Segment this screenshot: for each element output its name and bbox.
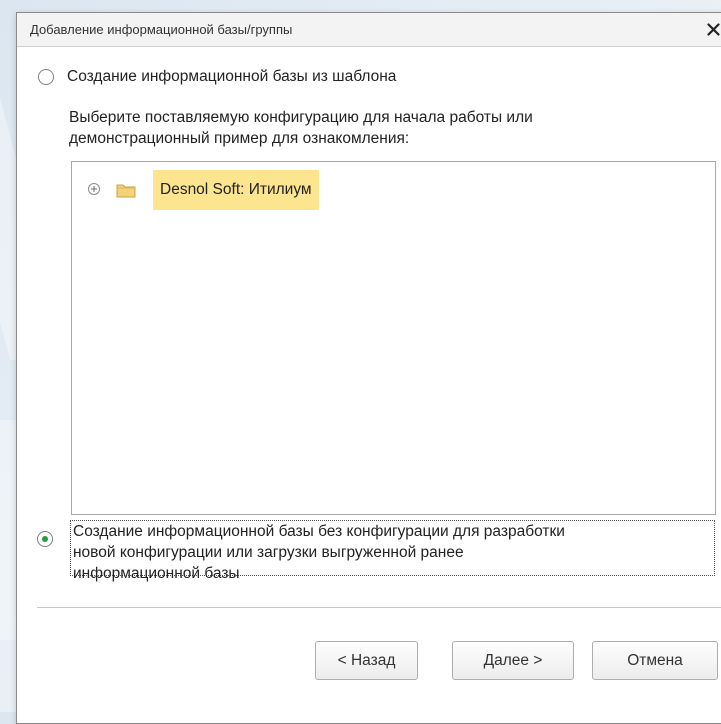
- add-infobase-dialog: Добавление информационной базы/группы Со…: [16, 12, 721, 724]
- folder-icon: [116, 183, 136, 198]
- radio-create-from-template[interactable]: [38, 69, 54, 85]
- radio-create-from-template-label[interactable]: Создание информационной базы из шаблона: [67, 68, 396, 86]
- template-description-line: Выберите поставляемую конфигурацию для н…: [69, 109, 533, 126]
- radio-create-empty-label-line: информационной базы: [73, 565, 240, 582]
- tree-item[interactable]: Desnol Soft: Итилиум: [72, 170, 372, 210]
- radio-create-empty[interactable]: [37, 531, 53, 547]
- radio-create-empty-label-box[interactable]: Создание информационной базы без конфигу…: [70, 520, 715, 582]
- radio-create-empty-label[interactable]: Создание информационной базы без конфигу…: [73, 521, 565, 584]
- template-description: Выберите поставляемую конфигурацию для н…: [69, 107, 533, 149]
- tree-item-label[interactable]: Desnol Soft: Итилиум: [153, 170, 319, 210]
- close-icon: [707, 23, 720, 36]
- radio-create-empty-label-line: новой конфигурации или загрузки выгружен…: [73, 544, 464, 561]
- back-button[interactable]: < Назад: [315, 641, 418, 680]
- cancel-button[interactable]: Отмена: [592, 641, 718, 680]
- radio-create-empty-label-line: Создание информационной базы без конфигу…: [73, 523, 565, 540]
- dialog-title: Добавление информационной базы/группы: [30, 22, 293, 37]
- title-bar: Добавление информационной базы/группы: [17, 13, 721, 47]
- template-description-line: демонстрационный пример для ознакомления…: [69, 130, 410, 147]
- radio-selected-dot: [42, 536, 48, 542]
- configuration-tree[interactable]: Desnol Soft: Итилиум: [71, 161, 716, 515]
- close-button[interactable]: [707, 17, 721, 41]
- footer-separator: [37, 607, 721, 608]
- next-button[interactable]: Далее >: [452, 641, 574, 680]
- plus-expand-icon[interactable]: [87, 182, 101, 196]
